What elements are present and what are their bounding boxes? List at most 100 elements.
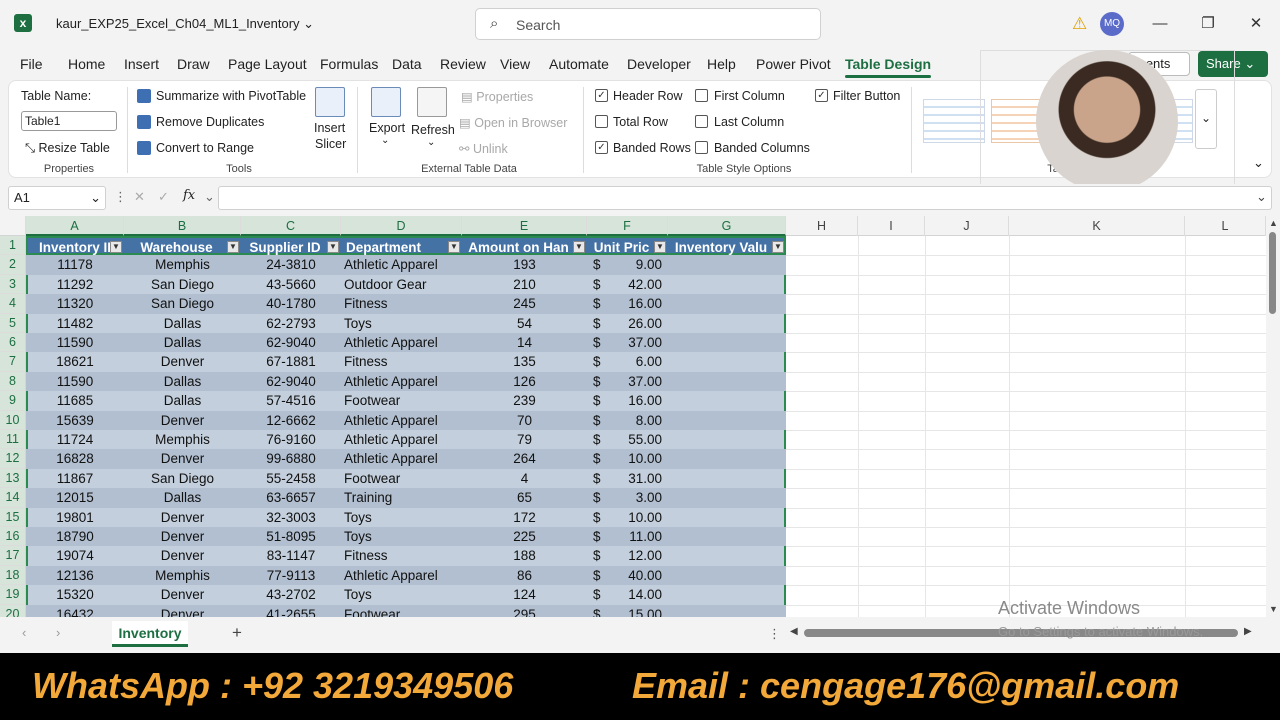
table-cell[interactable]: 14.00	[607, 585, 662, 604]
scroll-down-icon[interactable]: ▼	[1269, 604, 1278, 614]
table-cell[interactable]: 11.00	[607, 527, 662, 546]
table-cell[interactable]: $	[593, 488, 607, 507]
tab-file[interactable]: File	[20, 56, 43, 72]
table-name-input[interactable]: Table1	[21, 111, 117, 131]
next-sheet-icon[interactable]: ›	[56, 625, 60, 640]
table-cell[interactable]: 51-8095	[241, 527, 341, 546]
table-cell[interactable]: Toys	[341, 585, 462, 604]
table-cell[interactable]: 43-2702	[241, 585, 341, 604]
table-cell[interactable]: 6.00	[607, 352, 662, 371]
resize-table-button[interactable]: ⤡ Resize Table	[25, 141, 110, 156]
column-header[interactable]: E	[462, 216, 587, 236]
column-header[interactable]: A	[26, 216, 124, 236]
column-header[interactable]: F	[587, 216, 668, 236]
table-cell[interactable]: Toys	[341, 508, 462, 527]
tab-help[interactable]: Help	[707, 56, 736, 72]
tab-draw[interactable]: Draw	[177, 56, 210, 72]
table-style-thumbnail[interactable]	[923, 99, 985, 143]
column-header[interactable]: C	[241, 216, 341, 236]
row-header[interactable]: 6	[0, 333, 26, 353]
export-button[interactable]: Export	[369, 121, 405, 135]
table-cell[interactable]: 135	[462, 352, 587, 371]
table-cell[interactable]: 126	[462, 372, 587, 391]
insert-slicer-button[interactable]: Insert	[314, 121, 345, 135]
table-cell[interactable]: 245	[462, 294, 587, 313]
restore-button[interactable]: ❐	[1193, 12, 1223, 36]
filter-dropdown-icon[interactable]: ▼	[110, 241, 122, 253]
table-cell[interactable]: 10.00	[607, 508, 662, 527]
table-cell[interactable]: 295	[462, 605, 587, 617]
table-cell[interactable]: 65	[462, 488, 587, 507]
table-cell[interactable]: 11320	[26, 294, 124, 313]
table-cell[interactable]: Dallas	[124, 372, 241, 391]
scroll-up-icon[interactable]: ▲	[1269, 218, 1278, 228]
scroll-thumb[interactable]	[1269, 232, 1276, 314]
prev-sheet-icon[interactable]: ‹	[22, 625, 26, 640]
table-cell[interactable]: Fitness	[341, 546, 462, 565]
table-cell[interactable]: $	[593, 333, 607, 352]
tab-data[interactable]: Data	[392, 56, 422, 72]
column-header[interactable]: B	[124, 216, 241, 236]
table-cell[interactable]: 76-9160	[241, 430, 341, 449]
table-cell[interactable]: 12136	[26, 566, 124, 585]
table-cell[interactable]: Memphis	[124, 430, 241, 449]
table-cell[interactable]: 239	[462, 391, 587, 410]
table-cell[interactable]: Footwear	[341, 469, 462, 488]
row-header[interactable]: 13	[0, 468, 26, 489]
table-cell[interactable]: 62-9040	[241, 333, 341, 352]
filter-dropdown-icon[interactable]: ▼	[448, 241, 460, 253]
table-cell[interactable]: $	[593, 469, 607, 488]
column-header[interactable]: K	[1009, 216, 1185, 236]
table-cell[interactable]: 67-1881	[241, 352, 341, 371]
table-cell[interactable]: $	[593, 372, 607, 391]
table-cell[interactable]: $	[593, 352, 607, 371]
table-cell[interactable]: 264	[462, 449, 587, 468]
table-cell[interactable]: 19074	[26, 546, 124, 565]
table-cell[interactable]: Denver	[124, 527, 241, 546]
table-cell[interactable]: 16.00	[607, 294, 662, 313]
tab-developer[interactable]: Developer	[627, 56, 691, 72]
column-header[interactable]: G	[668, 216, 786, 236]
table-cell[interactable]: 12015	[26, 488, 124, 507]
tab-home[interactable]: Home	[68, 56, 105, 72]
table-cell[interactable]: 4	[462, 469, 587, 488]
column-header[interactable]: H	[786, 216, 858, 236]
table-cell[interactable]: 54	[462, 314, 587, 333]
table-cell[interactable]: Athletic Apparel	[341, 333, 462, 352]
row-header[interactable]: 19	[0, 585, 26, 605]
table-cell[interactable]: 210	[462, 275, 587, 294]
table-cell[interactable]: 11724	[26, 430, 124, 449]
row-header[interactable]: 15	[0, 507, 26, 527]
collapse-ribbon-icon[interactable]: ⌄	[1253, 155, 1264, 171]
table-cell[interactable]: 70	[462, 411, 587, 430]
table-cell[interactable]: 99-6880	[241, 449, 341, 468]
table-cell[interactable]: Denver	[124, 352, 241, 371]
convert-to-range-button[interactable]: Convert to Range	[156, 141, 254, 155]
table-cell[interactable]: Athletic Apparel	[341, 430, 462, 449]
row-header[interactable]: 8	[0, 371, 26, 392]
row-header[interactable]: 5	[0, 313, 26, 333]
table-cell[interactable]: Fitness	[341, 352, 462, 371]
table-cell[interactable]: San Diego	[124, 469, 241, 488]
table-cell[interactable]: 26.00	[607, 314, 662, 333]
table-cell[interactable]: Athletic Apparel	[341, 449, 462, 468]
table-cell[interactable]: Memphis	[124, 255, 241, 274]
close-button[interactable]: ✕	[1241, 12, 1271, 36]
insert-slicer-label[interactable]: Slicer	[315, 137, 346, 151]
search-input[interactable]: ⌕ Search	[475, 8, 821, 40]
filter-dropdown-icon[interactable]: ▼	[227, 241, 239, 253]
filter-button-checkbox[interactable]: ✓	[815, 89, 828, 102]
table-cell[interactable]: Footwear	[341, 391, 462, 410]
more-options-icon[interactable]: ⋮	[768, 626, 781, 642]
table-cell[interactable]: San Diego	[124, 294, 241, 313]
table-cell[interactable]: 16432	[26, 605, 124, 617]
column-header[interactable]: J	[925, 216, 1009, 236]
vertical-scrollbar[interactable]: ▲ ▼	[1266, 216, 1280, 617]
table-cell[interactable]: San Diego	[124, 275, 241, 294]
table-cell[interactable]: $	[593, 566, 607, 585]
table-cell[interactable]: 8.00	[607, 411, 662, 430]
table-cell[interactable]: 12.00	[607, 546, 662, 565]
banded-columns-checkbox[interactable]	[695, 141, 708, 154]
warning-icon[interactable]: ⚠	[1072, 14, 1087, 34]
worksheet-grid[interactable]: A B C D E F G H I J K L Inventory II ▼ War…	[0, 216, 1266, 617]
